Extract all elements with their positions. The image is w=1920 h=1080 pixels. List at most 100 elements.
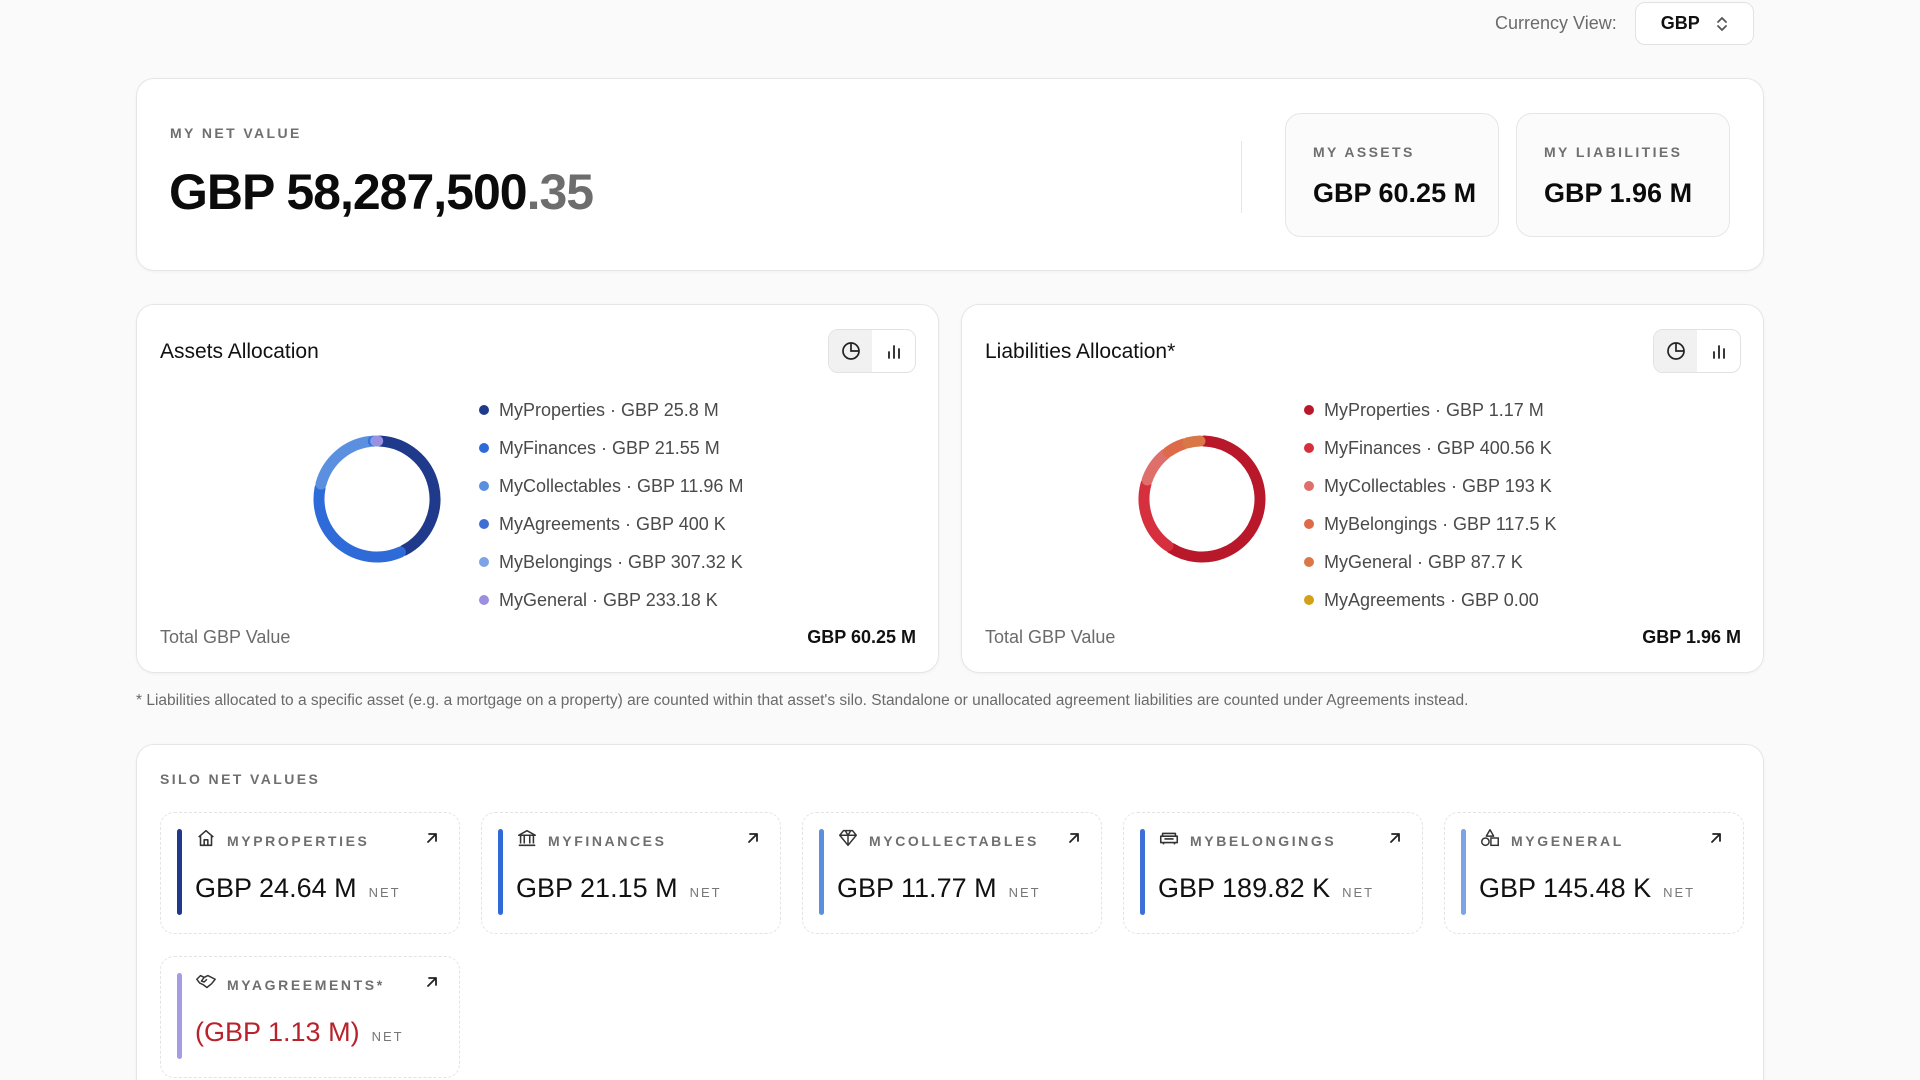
net-tag: NET [1663, 885, 1696, 900]
currency-select-value: GBP [1660, 13, 1700, 33]
legend-label: MyAgreements · GBP 400 K [499, 513, 726, 534]
bar-chart-icon [1712, 345, 1725, 359]
assets-donut-chart [313, 435, 441, 563]
legend-label: MyProperties · GBP 25.8 M [499, 399, 719, 420]
silo-color-bar [819, 829, 824, 915]
net-value-main: GBP 58,287,500 [169, 164, 528, 220]
silo-color-bar [1461, 829, 1466, 915]
silo-tile-mygeneral[interactable]: MYGENERAL GBP 145.48 K NET [1444, 812, 1744, 934]
donut-slice-mybelongings[interactable] [1162, 438, 1190, 458]
liabilities-legend: MyProperties · GBP 1.17 M MyFinances · GB… [1304, 391, 1556, 619]
sofa-icon [1159, 832, 1179, 845]
legend-dot [479, 519, 489, 529]
legend-item: MyBelongings · GBP 307.32 K [479, 543, 743, 581]
legend-dot [1304, 481, 1314, 491]
currency-view: Currency View: GBP [1495, 2, 1754, 45]
legend-label: MyProperties · GBP 1.17 M [1324, 399, 1544, 420]
silo-net-value: GBP 24.64 M NET [195, 873, 401, 904]
arrow-up-right-icon[interactable] [1386, 829, 1404, 847]
legend-label: MyCollectables · GBP 193 K [1324, 475, 1552, 496]
net-tag: NET [1008, 885, 1041, 900]
arrow-up-right-icon[interactable] [1707, 829, 1725, 847]
legend-label: MyGeneral · GBP 233.18 K [499, 589, 718, 610]
pie-chart-icon [841, 342, 860, 360]
chevron-up-down-icon [1716, 16, 1727, 31]
silo-tile-mycollectables[interactable]: MYCOLLECTABLES GBP 11.77 M NET [802, 812, 1102, 934]
legend-label: MyCollectables · GBP 11.96 M [499, 475, 744, 496]
silo-label: MYPROPERTIES [227, 833, 370, 849]
silo-net-values-card: SILO NET VALUES MYPROPERTIES GBP 24.64 M N… [136, 744, 1764, 1080]
silo-value-amount: GBP 145.48 K [1479, 873, 1652, 903]
legend-dot [479, 443, 489, 453]
assets-allocation-title: Assets Allocation [160, 340, 319, 363]
my-assets-value: GBP 60.25 M [1313, 178, 1477, 208]
donut-slice-myfinances[interactable] [1138, 478, 1174, 552]
liabilities-chart-toggle [1653, 329, 1741, 373]
legend-dot [1304, 557, 1314, 567]
my-liabilities-value: GBP 1.96 M [1544, 178, 1693, 208]
silo-tile-myproperties[interactable]: MYPROPERTIES GBP 24.64 M NET [160, 812, 460, 934]
my-assets-card: MY ASSETS GBP 60.25 M [1285, 113, 1499, 237]
pie-view-button[interactable] [829, 330, 872, 372]
legend-item: MyFinances · GBP 21.55 M [479, 429, 743, 467]
silo-net-value: GBP 11.77 M NET [837, 873, 1041, 904]
legend-label: MyBelongings · GBP 307.32 K [499, 551, 743, 572]
legend-item: MyCollectables · GBP 193 K [1304, 467, 1556, 505]
arrow-up-right-icon[interactable] [744, 829, 762, 847]
legend-label: MyBelongings · GBP 117.5 K [1324, 513, 1557, 534]
silo-tile-myagreements[interactable]: MYAGREEMENTS* (GBP 1.13 M) NET [160, 956, 460, 1078]
arrow-up-right-icon[interactable] [423, 829, 441, 847]
silo-net-value: GBP 21.15 M NET [516, 873, 722, 904]
silo-value-amount: GBP 21.15 M [516, 873, 678, 903]
net-value-card: MY NET VALUE GBP 58,287,500.35 MY ASSETS… [136, 78, 1764, 271]
legend-dot [479, 481, 489, 491]
net-tag: NET [368, 885, 401, 900]
donut-slice-mycollectables[interactable] [315, 436, 375, 490]
assets-total-label: Total GBP Value [160, 627, 291, 647]
page: Currency View: GBP MY NET VALUE GBP 58,2… [0, 0, 1920, 1080]
bank-icon [517, 829, 537, 847]
silo-value-amount: (GBP 1.13 M) [195, 1017, 360, 1047]
pie-view-button[interactable] [1654, 330, 1697, 372]
assets-legend: MyProperties · GBP 25.8 M MyFinances · GB… [479, 391, 743, 619]
silo-label: MYGENERAL [1511, 833, 1624, 849]
legend-item: MyBelongings · GBP 117.5 K [1304, 505, 1556, 543]
bar-view-button[interactable] [872, 330, 915, 372]
silo-value-amount: GBP 11.77 M [837, 873, 997, 903]
arrow-up-right-icon[interactable] [423, 973, 441, 991]
currency-select[interactable]: GBP [1634, 2, 1754, 45]
handshake-icon [196, 974, 216, 989]
legend-item: MyGeneral · GBP 87.7 K [1304, 543, 1556, 581]
legend-label: MyGeneral · GBP 87.7 K [1324, 551, 1523, 572]
silo-tile-mybelongings[interactable]: MYBELONGINGS GBP 189.82 K NET [1123, 812, 1423, 934]
donut-slice-myproperties[interactable] [1165, 435, 1266, 563]
legend-label: MyFinances · GBP 21.55 M [499, 437, 720, 458]
my-liabilities-card: MY LIABILITIES GBP 1.96 M [1516, 113, 1730, 237]
silo-color-bar [177, 829, 182, 915]
legend-item: MyProperties · GBP 1.17 M [1304, 391, 1556, 429]
bar-chart-icon [887, 345, 900, 359]
arrow-up-right-icon[interactable] [1065, 829, 1083, 847]
legend-item: MyCollectables · GBP 11.96 M [479, 467, 743, 505]
legend-label: MyAgreements · GBP 0.00 [1324, 589, 1539, 610]
silo-net-value: GBP 189.82 K NET [1158, 873, 1374, 904]
diamond-icon [839, 829, 857, 847]
liabilities-footnote: * Liabilities allocated to a specific as… [136, 692, 1469, 709]
bar-view-button[interactable] [1697, 330, 1740, 372]
pie-chart-icon [1666, 342, 1685, 360]
donut-slice-myproperties[interactable] [373, 435, 441, 556]
legend-dot [1304, 519, 1314, 529]
currency-view-label: Currency View: [1495, 13, 1617, 33]
donut-slice-myfinances[interactable] [313, 482, 406, 563]
assets-allocation-card: Assets Allocation MyProperties · GBP 25.… [136, 304, 939, 673]
donut-slice-mygeneral[interactable] [1182, 435, 1206, 449]
silo-color-bar [1140, 829, 1145, 915]
net-value: GBP 58,287,500.35 [169, 163, 594, 221]
home-icon [198, 829, 214, 847]
legend-dot [1304, 405, 1314, 415]
legend-dot [479, 595, 489, 605]
liabilities-allocation-card: Liabilities Allocation* MyProperties · G… [961, 304, 1764, 673]
donut-slice-mycollectables[interactable] [1141, 448, 1171, 486]
silo-tile-myfinances[interactable]: MYFINANCES GBP 21.15 M NET [481, 812, 781, 934]
silo-value-amount: GBP 189.82 K [1158, 873, 1331, 903]
